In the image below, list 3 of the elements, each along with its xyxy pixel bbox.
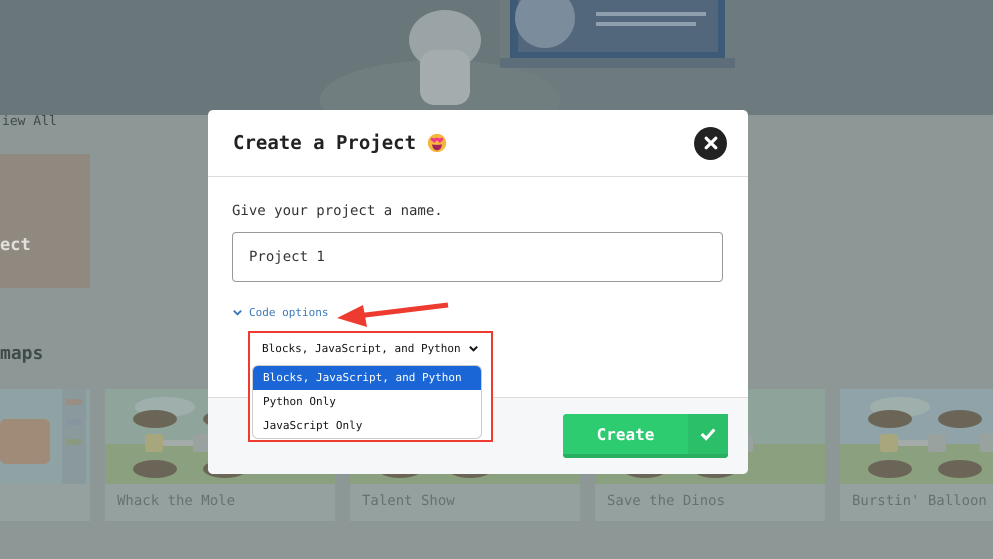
section-title: maps (0, 343, 44, 365)
name-prompt: Give your project a name. (232, 202, 444, 221)
dialog-title: Create a Project (233, 132, 416, 154)
